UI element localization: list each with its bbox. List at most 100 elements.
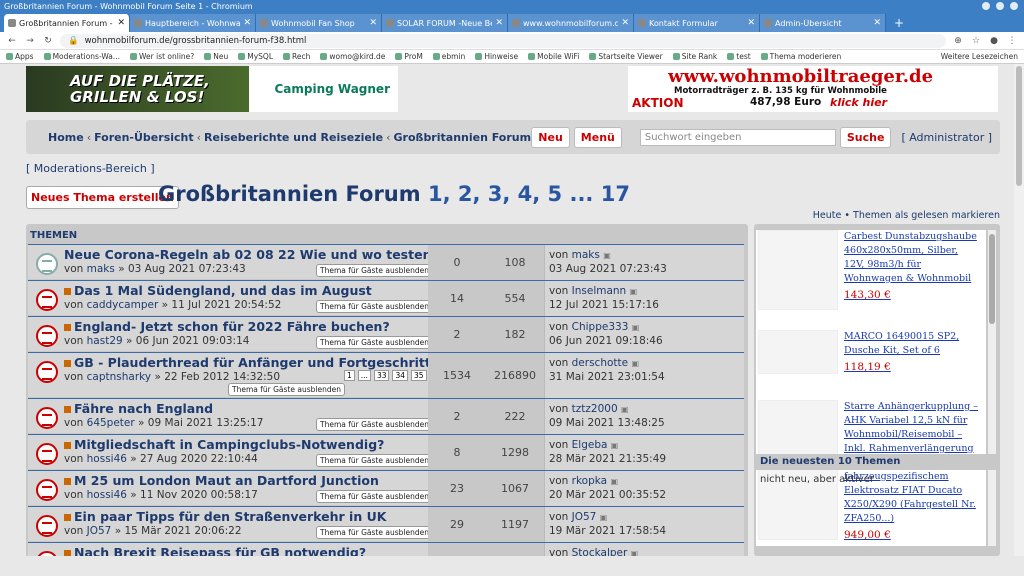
topic-page-link[interactable]: ... [357, 370, 371, 381]
product-name-link[interactable]: MARCO 16490015 SP2, Dusche Kit, Set of 6 [844, 330, 978, 358]
crumb-forum[interactable]: Großbritannien Forum [394, 131, 532, 144]
hide-for-guests-button[interactable]: Thema für Gäste ausblenden [228, 383, 345, 396]
topic-row[interactable]: Fähre nach England von 645peter » 09 Mai … [28, 398, 744, 434]
bookmark-item[interactable]: Thema moderieren [761, 52, 842, 61]
tab-close-icon[interactable]: ✕ [369, 18, 377, 28]
goto-post-icon[interactable]: ▣ [631, 359, 639, 368]
topic-title[interactable]: Das 1 Mal Südengland, und das im August [74, 283, 372, 298]
topic-title[interactable]: Mitgliedschaft in Campingclubs-Notwendig… [74, 437, 384, 452]
goto-post-icon[interactable]: ▣ [630, 287, 638, 296]
newest-first-item[interactable]: nicht neu, aber aktiver [760, 474, 874, 485]
today-link[interactable]: Heute [813, 210, 842, 221]
author-link[interactable]: caddycamper [87, 299, 159, 311]
topic-title-link[interactable]: Neue Corona-Regeln ab 02 08 22 Wie und w… [64, 247, 439, 262]
browser-tab[interactable]: SOLAR FORUM -Neue Beiträg✕ [382, 14, 508, 32]
topic-title[interactable]: Nach Brexit Reisepass für GB notwendig? [74, 545, 366, 556]
goto-post-icon[interactable]: ▣ [603, 251, 611, 260]
url-input[interactable]: 🔒 wohnmobilforum.de/grossbritannien-forum… [60, 33, 946, 48]
topic-row[interactable]: Neue Corona-Regeln ab 02 08 22 Wie und w… [28, 244, 744, 280]
goto-post-icon[interactable]: ▣ [600, 513, 608, 522]
hide-for-guests-button[interactable]: Thema für Gäste ausblenden [316, 264, 433, 277]
bookmark-item[interactable]: Wer ist online? [130, 52, 194, 61]
goto-post-icon[interactable]: ▣ [631, 549, 639, 556]
author-link[interactable]: maks [87, 263, 115, 275]
bookmark-item[interactable]: Startseite Viewer [589, 52, 662, 61]
tab-close-icon[interactable]: ✕ [621, 18, 629, 28]
sidebar-scrollbar[interactable] [988, 230, 996, 546]
crumb-category[interactable]: Reiseberichte und Reiseziele [204, 131, 383, 144]
topic-title-link[interactable]: Das 1 Mal Südengland, und das im August [64, 283, 372, 298]
topic-title-link[interactable]: Nach Brexit Reisepass für GB notwendig? [64, 545, 366, 556]
bookmark-item[interactable]: MySQL [238, 52, 273, 61]
browser-tab[interactable]: Admin-Übersicht ✕ [760, 14, 886, 32]
topic-row[interactable]: Nach Brexit Reisepass für GB notwendig? v… [28, 542, 744, 556]
last-author-link[interactable]: Elgeba [572, 439, 608, 451]
browser-tab[interactable]: Kontakt Formular ✕ [634, 14, 760, 32]
topic-row[interactable]: Mitgliedschaft in Campingclubs-Notwendig… [28, 434, 744, 470]
topic-row[interactable]: England- Jetzt schon für 2022 Fähre buch… [28, 316, 744, 352]
zoom-icon[interactable]: ⊕ [952, 36, 964, 46]
bookmark-item[interactable]: Apps [6, 52, 34, 61]
reload-icon[interactable]: ↻ [42, 36, 54, 46]
moderation-link[interactable]: [ Moderations-Bereich ] [26, 162, 155, 175]
author-link[interactable]: hast29 [87, 335, 123, 347]
topic-title[interactable]: M 25 um London Maut an Dartford Junction [74, 473, 379, 488]
back-icon[interactable]: ← [6, 36, 18, 46]
topic-page-link[interactable]: 35 [411, 370, 427, 381]
topic-title-link[interactable]: England- Jetzt schon für 2022 Fähre buch… [64, 319, 390, 334]
banner-ad-camping[interactable]: AUF DIE PLÄTZE, GRILLEN & LOS! Camping W… [26, 66, 398, 112]
topic-title-link[interactable]: Ein paar Tipps für den Straßenverkehr in… [64, 509, 386, 524]
mark-read-link[interactable]: Themen als gelesen markieren [853, 210, 1000, 221]
hide-for-guests-button[interactable]: Thema für Gäste ausblenden [316, 336, 433, 349]
hide-for-guests-button[interactable]: Thema für Gäste ausblenden [316, 490, 433, 503]
topic-page-link[interactable]: 34 [392, 370, 409, 381]
author-link[interactable]: 645peter [87, 417, 135, 429]
last-author-link[interactable]: JO57 [572, 511, 597, 523]
product-item[interactable]: Carbest Dunstabzugshaube 460x280x50mm, S… [758, 230, 978, 310]
product-item[interactable]: MARCO 16490015 SP2, Dusche Kit, Set of 6… [758, 330, 978, 374]
topic-row[interactable]: Ein paar Tipps für den Straßenverkehr in… [28, 506, 744, 542]
search-button[interactable]: Suche [839, 126, 892, 148]
more-bookmarks[interactable]: Weitere Lesezeichen [941, 52, 1018, 61]
crumb-index[interactable]: Foren-Übersicht [94, 131, 194, 144]
bookmark-item[interactable]: ProM [395, 52, 422, 61]
admin-link[interactable]: [ Administrator ] [901, 131, 992, 144]
author-link[interactable]: hossi46 [87, 489, 127, 501]
last-author-link[interactable]: derschotte [572, 357, 628, 369]
goto-post-icon[interactable]: ▣ [632, 323, 640, 332]
topic-title-link[interactable]: GB - Plauderthread für Anfänger und Fort… [64, 355, 457, 370]
menu-button[interactable]: Menü [573, 126, 622, 148]
goto-post-icon[interactable]: ▣ [621, 405, 629, 414]
goto-post-icon[interactable]: ▣ [610, 477, 618, 486]
maximize-icon[interactable] [996, 2, 1004, 10]
hide-for-guests-button[interactable]: Thema für Gäste ausblenden [316, 418, 433, 431]
browser-tab[interactable]: Wohnmobil Fan Shop ✕ [256, 14, 382, 32]
hide-for-guests-button[interactable]: Thema für Gäste ausblenden [316, 454, 433, 467]
banner-ad-traeger[interactable]: www.wohnmobiltraeger.de Motorradträger z… [628, 66, 998, 112]
topic-row[interactable]: M 25 um London Maut an Dartford Junction… [28, 470, 744, 506]
search-input[interactable]: Suchwort eingeben [639, 128, 836, 146]
topic-title[interactable]: England- Jetzt schon für 2022 Fähre buch… [74, 319, 390, 334]
topic-title-link[interactable]: M 25 um London Maut an Dartford Junction [64, 473, 379, 488]
browser-tab[interactable]: www.wohnmobilforum.de / I✕ [508, 14, 634, 32]
tab-close-icon[interactable]: ✕ [873, 18, 881, 28]
goto-post-icon[interactable]: ▣ [611, 441, 619, 450]
last-author-link[interactable]: tztz2000 [572, 403, 618, 415]
topic-title[interactable]: Neue Corona-Regeln ab 02 08 22 Wie und w… [64, 247, 439, 262]
topic-row[interactable]: GB - Plauderthread für Anfänger und Fort… [28, 352, 744, 398]
bookmark-item[interactable]: Rech [283, 52, 310, 61]
bookmark-star-icon[interactable]: ☆ [970, 36, 982, 46]
new-tab-icon[interactable]: + [886, 14, 912, 32]
bookmark-item[interactable]: Moderations-Wa... [44, 52, 120, 61]
bookmark-item[interactable]: Hinweise [475, 52, 518, 61]
hide-for-guests-button[interactable]: Thema für Gäste ausblenden [316, 300, 433, 313]
product-image[interactable] [758, 400, 838, 540]
author-link[interactable]: JO57 [87, 525, 112, 537]
topic-title-link[interactable]: Mitgliedschaft in Campingclubs-Notwendig… [64, 437, 384, 452]
crumb-home[interactable]: Home [48, 131, 84, 144]
profile-icon[interactable]: ● [988, 36, 1000, 46]
author-link[interactable]: captnsharky [87, 371, 151, 383]
author-link[interactable]: hossi46 [87, 453, 127, 465]
bookmark-item[interactable]: Site Rank [673, 52, 718, 61]
product-item[interactable]: Starre Anhängerkupplung – AHK Variabel 1… [758, 400, 978, 542]
